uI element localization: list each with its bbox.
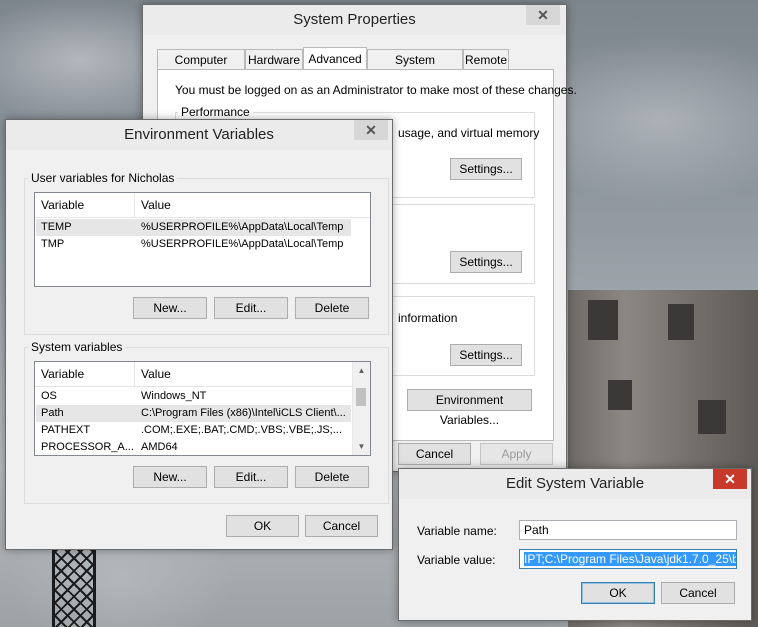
table-row[interactable]: TEMP %USERPROFILE%\AppData\Local\Temp (36, 219, 351, 236)
system-variables-scrollbar[interactable]: ▲ ▼ (352, 362, 370, 455)
tab-advanced[interactable]: Advanced (303, 47, 367, 70)
column-header-variable[interactable]: Variable (41, 367, 84, 381)
scroll-thumb[interactable] (356, 388, 366, 406)
system-delete-button[interactable]: Delete (295, 466, 369, 488)
system-edit-button[interactable]: Edit... (214, 466, 288, 488)
close-icon[interactable]: ✕ (354, 120, 388, 140)
environment-variables-title: Environment Variables (124, 126, 274, 143)
system-variables-list[interactable]: Variable Value OS Windows_NT Path C:\Pro… (34, 361, 371, 456)
variable-cell: OS (41, 390, 57, 402)
table-row[interactable]: Path C:\Program Files (x86)\Intel\iCLS C… (36, 405, 351, 422)
user-profiles-settings-button[interactable]: Settings... (450, 251, 522, 273)
edit-variable-ok-button[interactable]: OK (581, 582, 655, 604)
tab-hardware[interactable]: Hardware (245, 49, 303, 69)
system-properties-cancel-button[interactable]: Cancel (398, 443, 471, 465)
system-variables-header: Variable Value (35, 362, 352, 387)
system-properties-apply-button[interactable]: Apply (480, 443, 553, 465)
column-header-value[interactable]: Value (141, 367, 171, 381)
performance-label: Performance (178, 105, 253, 119)
value-cell: Windows_NT (141, 390, 207, 402)
startup-recovery-description: information (398, 311, 458, 325)
close-icon[interactable]: ✕ (526, 5, 560, 25)
system-variables-label: System variables (28, 340, 126, 354)
table-row[interactable]: OS Windows_NT (36, 388, 351, 405)
value-cell: .COM;.EXE;.BAT;.CMD;.VBS;.VBE;.JS;... (141, 424, 342, 436)
startup-recovery-settings-button[interactable]: Settings... (450, 344, 522, 366)
environment-variables-cancel-button[interactable]: Cancel (305, 515, 378, 537)
system-new-button[interactable]: New... (133, 466, 207, 488)
user-variables-label: User variables for Nicholas (28, 171, 178, 185)
variable-name-input[interactable]: Path (519, 520, 737, 540)
table-row[interactable]: TMP %USERPROFILE%\AppData\Local\Temp (36, 236, 351, 253)
value-cell: %USERPROFILE%\AppData\Local\Temp (141, 238, 344, 250)
scroll-down-icon[interactable]: ▼ (353, 438, 370, 455)
tab-computer-name[interactable]: Computer Name (157, 49, 245, 87)
variable-cell: TEMP (41, 221, 72, 233)
performance-settings-button[interactable]: Settings... (450, 158, 522, 180)
table-row[interactable]: PROCESSOR_A... AMD64 (36, 439, 351, 455)
system-properties-title: System Properties (293, 11, 416, 28)
column-header-variable[interactable]: Variable (41, 198, 84, 212)
tab-remote[interactable]: Remote (463, 49, 509, 69)
environment-variables-button[interactable]: Environment Variables... (407, 389, 532, 427)
environment-variables-window: Environment Variables ✕ User variables f… (5, 119, 393, 550)
environment-variables-ok-button[interactable]: OK (226, 515, 299, 537)
user-variables-header: Variable Value (35, 193, 370, 218)
variable-value-input[interactable]: IPT;C:\Program Files\Java\jdk1.7.0_25\bi… (519, 549, 737, 569)
performance-description: usage, and virtual memory (398, 126, 540, 140)
variable-value-label: Variable value: (417, 553, 496, 567)
user-new-button[interactable]: New... (133, 297, 207, 319)
value-cell: C:\Program Files (x86)\Intel\iCLS Client… (141, 407, 346, 419)
variable-value-selected-text: IPT;C:\Program Files\Java\jdk1.7.0_25\bi… (524, 552, 736, 566)
scroll-up-icon[interactable]: ▲ (353, 362, 370, 379)
edit-system-variable-title: Edit System Variable (505, 475, 645, 492)
value-cell: AMD64 (141, 441, 178, 453)
variable-cell: PROCESSOR_A... (41, 441, 134, 453)
variable-cell: TMP (41, 238, 65, 250)
column-header-value[interactable]: Value (141, 198, 171, 212)
edit-variable-cancel-button[interactable]: Cancel (661, 582, 735, 604)
user-edit-button[interactable]: Edit... (214, 297, 288, 319)
variable-name-label: Variable name: (417, 524, 497, 538)
value-cell: %USERPROFILE%\AppData\Local\Temp (141, 221, 344, 233)
table-row[interactable]: PATHEXT .COM;.EXE;.BAT;.CMD;.VBS;.VBE;.J… (36, 422, 351, 439)
edit-system-variable-window: Edit System Variable ✕ Variable name: Pa… (398, 468, 752, 621)
edit-system-variable-titlebar: Edit System Variable ✕ (399, 469, 751, 499)
variable-cell: PATHEXT (41, 424, 91, 436)
tab-system-protection[interactable]: System Protection (367, 49, 463, 87)
admin-notice: You must be logged on as an Administrato… (175, 83, 577, 97)
user-delete-button[interactable]: Delete (295, 297, 369, 319)
system-properties-titlebar: System Properties ✕ (143, 5, 566, 35)
variable-cell: Path (41, 407, 64, 419)
close-icon[interactable]: ✕ (713, 469, 747, 489)
user-variables-list[interactable]: Variable Value TEMP %USERPROFILE%\AppDat… (34, 192, 371, 287)
environment-variables-titlebar: Environment Variables ✕ (6, 120, 392, 150)
